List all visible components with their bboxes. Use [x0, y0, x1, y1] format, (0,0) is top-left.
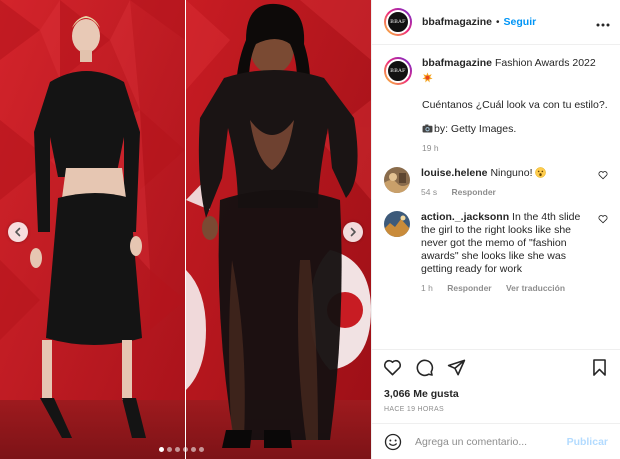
translate-button[interactable]: Ver traducción — [506, 283, 565, 293]
comment-item: louise.helene Ninguno! 54 s Responder — [384, 167, 608, 197]
caption-username[interactable]: bbafmagazine — [422, 57, 492, 69]
reply-button[interactable]: Responder — [447, 283, 491, 293]
carousel-dot — [199, 447, 204, 452]
carousel-dot — [191, 447, 196, 452]
comment-text: Ninguno! — [490, 167, 533, 179]
account-avatar[interactable]: BBAF — [384, 8, 412, 36]
fire-emoji-icon — [422, 72, 433, 83]
comment-body: louise.helene Ninguno! 54 s Responder — [421, 167, 608, 197]
carousel-dot — [175, 447, 180, 452]
carousel-dot — [167, 447, 172, 452]
carousel-indicator — [159, 447, 204, 452]
carousel-photo — [0, 0, 371, 459]
instagram-post: BBAF bbafmagazine • Seguir BBAF bbafmaga… — [0, 0, 620, 459]
commenter-avatar[interactable] — [384, 211, 410, 237]
like-comment-heart-icon[interactable] — [598, 170, 608, 180]
chevron-right-icon — [350, 227, 356, 237]
caption-body: bbafmagazine Fashion Awards 2022 Cuéntan… — [422, 57, 608, 153]
comment-body: action._.jacksonn In the 4th slide the g… — [421, 211, 608, 293]
comment-username[interactable]: action._.jacksonn — [421, 211, 509, 223]
comment-time[interactable]: 54 s — [421, 187, 437, 197]
more-options-button[interactable] — [596, 18, 610, 27]
carousel-dot — [183, 447, 188, 452]
caption-title-line: bbafmagazine Fashion Awards 2022 — [422, 57, 608, 70]
save-button[interactable] — [590, 358, 609, 377]
share-button[interactable] — [447, 358, 466, 377]
astonished-emoji-icon — [535, 167, 547, 178]
comment-input[interactable] — [415, 435, 567, 448]
comment-button[interactable] — [415, 358, 434, 377]
add-comment-bar: Publicar — [372, 423, 620, 459]
caption-credit-line: by: Getty Images. — [422, 123, 608, 136]
comment-text-line: louise.helene Ninguno! — [421, 167, 594, 180]
share-icon — [447, 359, 466, 376]
post-header: BBAF bbafmagazine • Seguir — [372, 0, 620, 45]
caption-title: Fashion Awards 2022 — [494, 57, 596, 69]
post-caption: BBAF bbafmagazine Fashion Awards 2022 Cu… — [384, 57, 608, 153]
header-separator: • — [496, 16, 500, 28]
bookmark-icon — [593, 359, 606, 376]
caption-time[interactable]: 19 h — [422, 143, 439, 153]
emoji-smile-icon[interactable] — [384, 433, 402, 451]
comment-text-line: action._.jacksonn In the 4th slide the g… — [421, 211, 594, 276]
post-actions-bar — [372, 349, 620, 385]
previous-image-button[interactable] — [8, 222, 28, 242]
like-comment-heart-icon[interactable] — [598, 214, 608, 224]
comment-meta: 1 h Responder Ver traducción — [421, 283, 594, 293]
camera-emoji-icon — [422, 124, 433, 133]
carousel-dot — [159, 447, 164, 452]
comment-item: action._.jacksonn In the 4th slide the g… — [384, 211, 608, 293]
comments-section[interactable]: BBAF bbafmagazine Fashion Awards 2022 Cu… — [372, 45, 620, 349]
follow-button[interactable]: Seguir — [504, 16, 537, 28]
caption-text: Cuéntanos ¿Cuál look va con tu estilo?. — [422, 99, 608, 111]
caption-avatar[interactable]: BBAF — [384, 57, 412, 85]
like-button[interactable] — [383, 358, 402, 377]
chevron-left-icon — [15, 227, 21, 237]
comment-icon — [416, 359, 434, 377]
like-count[interactable]: 3,066 Me gusta — [372, 385, 620, 403]
avatar-logo-text: BBAF — [386, 59, 410, 83]
avatar-logo-text: BBAF — [386, 10, 410, 34]
commenter-avatar[interactable] — [384, 167, 410, 193]
comment-meta: 54 s Responder — [421, 187, 594, 197]
account-username[interactable]: bbafmagazine — [422, 16, 492, 28]
post-timestamp: HACE 19 HORAS — [384, 406, 444, 413]
publish-button[interactable]: Publicar — [567, 436, 608, 448]
heart-icon — [383, 359, 402, 376]
comment-username[interactable]: louise.helene — [421, 167, 488, 179]
post-media[interactable] — [0, 0, 371, 459]
comment-time[interactable]: 1 h — [421, 283, 433, 293]
reply-button[interactable]: Responder — [451, 187, 495, 197]
more-horizontal-icon — [596, 23, 610, 26]
post-details-panel: BBAF bbafmagazine • Seguir BBAF bbafmaga… — [371, 0, 620, 459]
next-image-button[interactable] — [343, 222, 363, 242]
caption-credit: by: Getty Images. — [434, 123, 517, 135]
caption-meta: 19 h — [422, 143, 608, 153]
